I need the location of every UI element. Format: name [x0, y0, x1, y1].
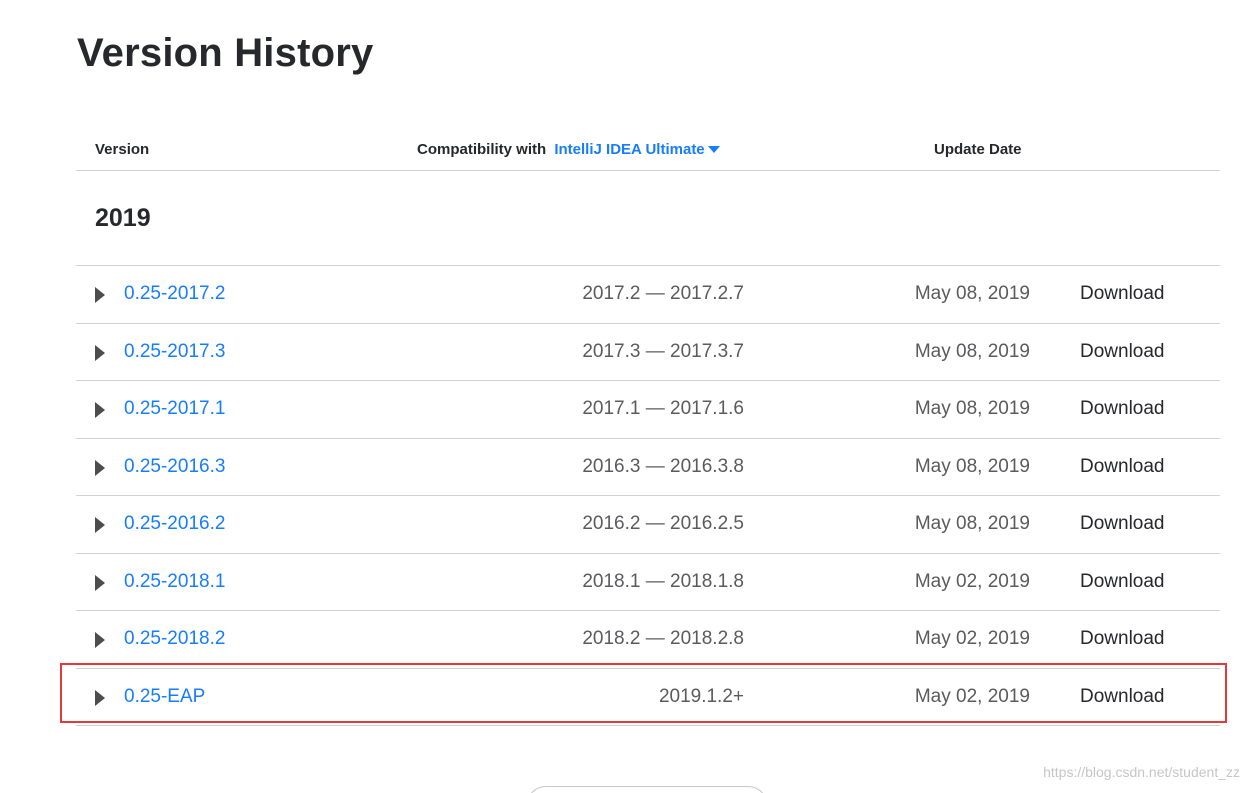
version-link[interactable]: 0.25-2018.1 — [124, 571, 225, 593]
table-row: 0.25-2017.1 2017.1 — 2017.1.6 May 08, 20… — [76, 381, 1220, 439]
expand-arrow-icon[interactable] — [95, 689, 105, 706]
compatibility-range: 2018.2 — 2018.2.8 — [582, 628, 744, 649]
download-link[interactable]: Download — [1080, 283, 1165, 305]
version-link[interactable]: 0.25-2017.3 — [124, 341, 225, 363]
download-link[interactable]: Download — [1080, 341, 1165, 363]
download-link[interactable]: Download — [1080, 686, 1165, 708]
download-link[interactable]: Download — [1080, 571, 1165, 593]
download-link[interactable]: Download — [1080, 628, 1165, 650]
update-date: May 08, 2019 — [914, 513, 1030, 534]
table-row: 0.25-2017.3 2017.3 — 2017.3.7 May 08, 20… — [76, 324, 1220, 381]
watermark: https://blog.csdn.net/student_zz — [1043, 764, 1240, 780]
compatibility-range: 2019.1.2+ — [658, 685, 744, 707]
page-title: Version History — [77, 31, 374, 75]
expand-arrow-icon[interactable] — [95, 287, 105, 303]
expand-arrow-icon[interactable] — [95, 402, 105, 418]
table-row: 0.25-EAP 2019.1.2+ May 02, 2019 Download — [76, 669, 1220, 726]
expand-arrow-icon[interactable] — [95, 632, 105, 648]
update-date: May 02, 2019 — [914, 628, 1030, 649]
update-date: May 08, 2019 — [914, 340, 1030, 362]
compatibility-range: 2017.3 — 2017.3.7 — [582, 340, 744, 362]
update-date: May 08, 2019 — [914, 455, 1030, 477]
version-link[interactable]: 0.25-2016.2 — [124, 513, 225, 535]
table-row: 0.25-2018.1 2018.1 — 2018.1.8 May 02, 20… — [76, 554, 1220, 611]
table-row: 0.25-2018.2 2018.2 — 2018.2.8 May 02, 20… — [76, 611, 1220, 669]
expand-arrow-icon[interactable] — [95, 459, 105, 476]
compatibility-range: 2017.1 — 2017.1.6 — [582, 398, 744, 419]
version-link[interactable]: 0.25-2017.1 — [124, 398, 225, 420]
compatibility-range: 2016.3 — 2016.3.8 — [582, 455, 744, 477]
show-more-button[interactable] — [526, 786, 768, 793]
table-row: 0.25-2016.2 2016.2 — 2016.2.5 May 08, 20… — [76, 496, 1220, 554]
version-history-page: Version History Version Compatibility wi… — [0, 0, 1250, 793]
version-table: Version Compatibility with IntelliJ IDEA… — [76, 129, 1220, 726]
download-link[interactable]: Download — [1080, 456, 1165, 478]
download-link[interactable]: Download — [1080, 398, 1165, 420]
compat-prefix: Compatibility with — [417, 141, 547, 158]
update-date: May 08, 2019 — [914, 283, 1030, 304]
table-row: 0.25-2016.3 2016.3 — 2016.3.8 May 08, 20… — [76, 439, 1220, 496]
year-group-header: 2019 — [76, 171, 1220, 266]
year-label: 2019 — [95, 204, 151, 232]
download-link[interactable]: Download — [1080, 513, 1165, 535]
product-selector[interactable]: IntelliJ IDEA Ultimate — [554, 141, 720, 158]
product-selector-label[interactable]: IntelliJ IDEA Ultimate — [554, 141, 704, 158]
version-link[interactable]: 0.25-2018.2 — [124, 628, 225, 650]
caret-down-icon[interactable] — [707, 146, 720, 153]
expand-arrow-icon[interactable] — [95, 344, 105, 361]
compatibility-range: 2018.1 — 2018.1.8 — [582, 570, 744, 592]
header-update-date: Update Date — [934, 141, 1022, 158]
update-date: May 02, 2019 — [914, 570, 1030, 592]
expand-arrow-icon[interactable] — [95, 574, 105, 591]
update-date: May 02, 2019 — [914, 685, 1030, 707]
update-date: May 08, 2019 — [914, 398, 1030, 419]
compatibility-range: 2017.2 — 2017.2.7 — [582, 283, 744, 304]
table-header: Version Compatibility with IntelliJ IDEA… — [76, 129, 1220, 171]
compatibility-range: 2016.2 — 2016.2.5 — [582, 513, 744, 534]
version-link[interactable]: 0.25-2016.3 — [124, 456, 225, 478]
header-version: Version — [95, 141, 150, 158]
version-link[interactable]: 0.25-2017.2 — [124, 283, 225, 305]
version-link[interactable]: 0.25-EAP — [124, 686, 205, 708]
header-compatibility: Compatibility with IntelliJ IDEA Ultimat… — [417, 141, 720, 158]
table-row: 0.25-2017.2 2017.2 — 2017.2.7 May 08, 20… — [76, 266, 1220, 324]
expand-arrow-icon[interactable] — [95, 517, 105, 533]
